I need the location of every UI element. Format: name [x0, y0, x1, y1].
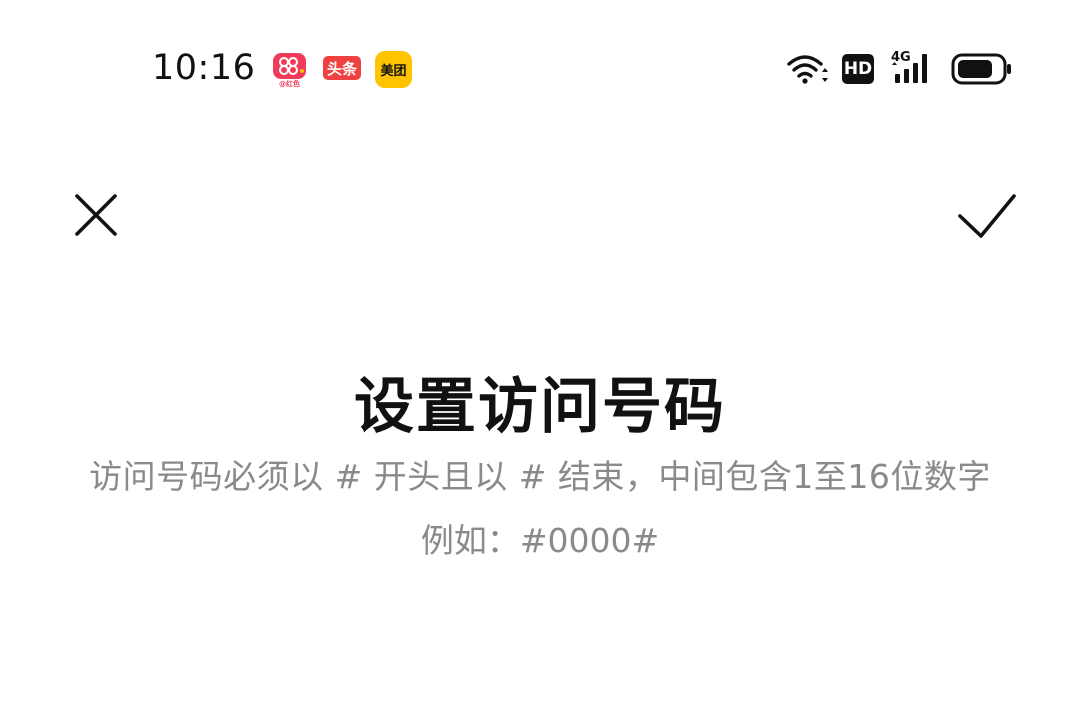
toutiao-app-icon: 头条: [323, 56, 361, 80]
access-code-hint: 访问号码必须以 # 开头且以 # 结束，中间包含1至16位数字: [89, 457, 991, 496]
hd-label: HD: [843, 59, 873, 79]
wifi-icon: [787, 55, 828, 84]
meituan-app-label: 美团: [380, 64, 407, 79]
battery-icon: [951, 53, 1011, 85]
page-title: 设置访问号码: [354, 372, 726, 442]
hongse-app-icon: @红色: [271, 51, 308, 88]
hongse-app-label: @红色: [279, 79, 300, 88]
cellular-signal-icon: 4G: [889, 50, 937, 86]
meituan-app-icon: 美团: [375, 51, 412, 88]
close-icon: [75, 194, 117, 236]
hd-icon: HD: [842, 54, 874, 84]
close-button[interactable]: [68, 186, 126, 244]
status-time: 10:16: [152, 48, 256, 88]
confirm-button[interactable]: [954, 186, 1018, 244]
access-code-example: 例如：#0000#: [420, 521, 660, 560]
check-icon: [958, 194, 1016, 238]
status-bar: 10:16 @红色 头条 美团 HD 4G: [0, 0, 1080, 140]
toutiao-app-label: 头条: [326, 59, 357, 78]
access-code-screen: 10:16 @红色 头条 美团 HD 4G 设置访问号码 访问号码必须以 # 开…: [0, 0, 1080, 711]
